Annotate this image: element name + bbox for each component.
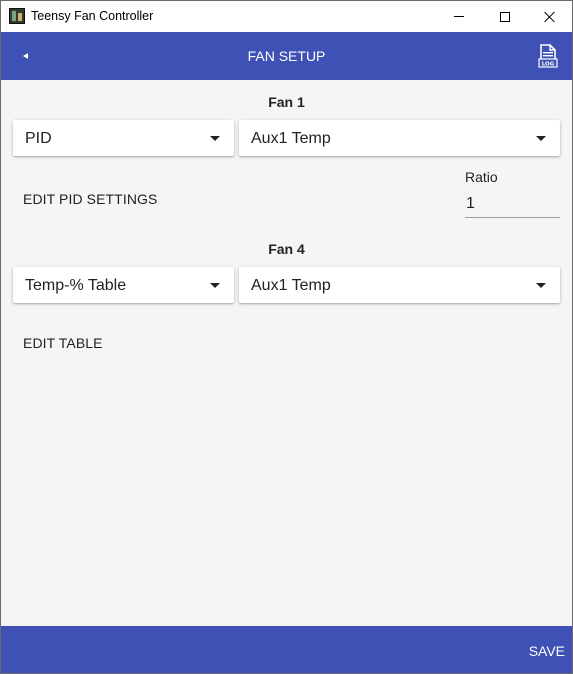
fan-4-title: Fan 4 — [268, 241, 305, 257]
fan-4-mode-value: Temp-% Table — [25, 277, 127, 294]
dropdown-caret-icon — [536, 136, 546, 141]
fan-4-mode-select[interactable]: Temp-% Table — [13, 267, 234, 303]
maximize-icon — [500, 11, 510, 22]
window-title: Teensy Fan Controller — [31, 9, 154, 23]
fan-1-mode-value: PID — [25, 130, 52, 147]
app-icon — [9, 8, 25, 24]
minimize-icon — [454, 16, 464, 17]
dropdown-caret-icon — [210, 283, 220, 288]
fan-1-title: Fan 1 — [268, 94, 305, 110]
close-button[interactable] — [527, 1, 572, 32]
title-bar: Teensy Fan Controller — [1, 1, 572, 32]
dropdown-caret-icon — [210, 136, 220, 141]
app-header: FAN SETUP LOG — [1, 32, 572, 80]
edit-table-button[interactable]: EDIT TABLE — [23, 335, 103, 351]
edit-pid-settings-button[interactable]: EDIT PID SETTINGS — [23, 191, 157, 207]
page-title: FAN SETUP — [247, 48, 326, 64]
log-button[interactable]: LOG — [537, 44, 559, 68]
fan-1-sensor-select[interactable]: Aux1 Temp — [239, 120, 560, 156]
minimize-button[interactable] — [436, 1, 482, 32]
ratio-label: Ratio — [465, 169, 498, 185]
bottom-bar: SAVE — [1, 626, 572, 673]
fan-1-mode-select[interactable]: PID — [13, 120, 234, 156]
ratio-input[interactable] — [465, 191, 560, 218]
app-window: Teensy Fan Controller FAN SETUP LOG Fan … — [0, 0, 573, 674]
svg-text:LOG: LOG — [542, 62, 555, 68]
maximize-button[interactable] — [482, 1, 528, 32]
fan-4-sensor-select[interactable]: Aux1 Temp — [239, 267, 560, 303]
log-file-icon: LOG — [538, 44, 558, 68]
fan-1-sensor-value: Aux1 Temp — [251, 130, 331, 147]
fan-4-sensor-value: Aux1 Temp — [251, 277, 331, 294]
close-icon — [544, 11, 556, 23]
save-button[interactable]: SAVE — [529, 643, 565, 659]
dropdown-caret-icon — [536, 283, 546, 288]
